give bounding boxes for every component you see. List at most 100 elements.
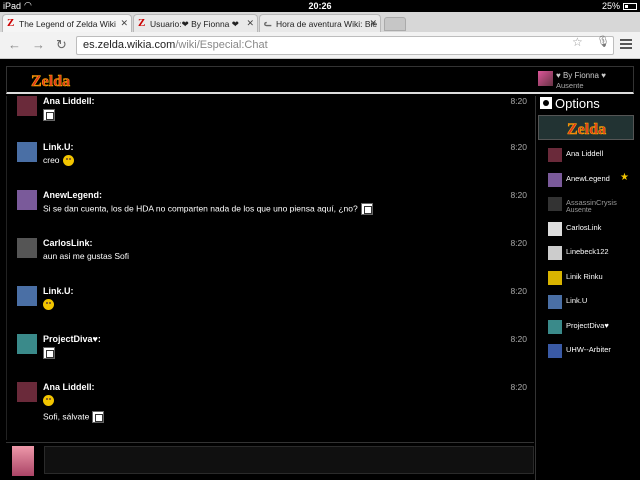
message-text-content: creo xyxy=(43,155,60,165)
user-name: AnewLegend xyxy=(566,173,610,183)
address-bar[interactable]: es.zelda.wikia.com/wiki/Especial:Chat xyxy=(76,36,614,55)
emoticon-face-icon xyxy=(43,395,54,407)
battery-percent: 25% xyxy=(601,1,620,11)
avatar[interactable] xyxy=(17,96,37,116)
message-time: 8:20 xyxy=(510,238,527,248)
avatar xyxy=(548,246,562,260)
avatar xyxy=(548,295,562,309)
message-author[interactable]: CarlosLink: xyxy=(43,238,93,248)
wiki-header: Zelda ♥ By Fionna ♥ Ausente xyxy=(6,66,634,94)
avatar xyxy=(548,344,562,358)
user-name: Linik Rinku xyxy=(566,271,603,281)
emoticon-face-icon xyxy=(62,155,74,167)
user-list-item[interactable]: Link.U xyxy=(546,293,634,311)
message-text xyxy=(43,395,54,407)
avatar xyxy=(538,71,553,86)
user-name: Link.U xyxy=(566,296,588,305)
reload-icon[interactable]: ↻ xyxy=(56,37,67,53)
current-user[interactable]: ♥ By Fionna ♥ Ausente xyxy=(538,70,635,94)
star-icon: ★ xyxy=(620,171,629,183)
user-status: Ausente xyxy=(556,81,584,90)
message-text: Si se dan cuenta, los de HDA no comparte… xyxy=(43,203,373,215)
message-author[interactable]: Link.U: xyxy=(43,142,74,152)
chat-input[interactable] xyxy=(44,446,534,474)
user-list-item[interactable]: CarlosLink xyxy=(546,220,634,238)
room-header[interactable]: Zelda xyxy=(538,115,634,140)
forward-icon[interactable]: → xyxy=(32,37,45,52)
message-author[interactable]: ProjectDiva♥: xyxy=(43,334,101,344)
message-text-content: Si se dan cuenta, los de HDA no comparte… xyxy=(43,203,358,214)
new-tab-button[interactable] xyxy=(384,17,406,31)
avatar[interactable] xyxy=(17,382,37,402)
user-name: UHW--Arbiter xyxy=(566,345,611,354)
zelda-favicon-icon: Z xyxy=(7,17,15,29)
zelda-logo-icon[interactable]: Zelda xyxy=(27,69,73,92)
url-host: es.zelda.wikia.com xyxy=(83,39,176,51)
avatar[interactable] xyxy=(17,286,37,306)
message-author[interactable]: Ana Liddell: xyxy=(43,96,95,106)
user-list-item[interactable]: UHW--Arbiter xyxy=(546,342,634,360)
user-status: Ausente xyxy=(566,207,592,214)
options-label: Options xyxy=(555,96,600,111)
user-list-item[interactable]: ProjectDiva♥ xyxy=(546,318,634,336)
message-time: 8:20 xyxy=(510,96,527,106)
avatar[interactable] xyxy=(17,142,37,162)
avatar xyxy=(548,172,562,187)
message-author[interactable]: AnewLegend: xyxy=(43,190,102,200)
back-icon[interactable]: ← xyxy=(8,37,21,52)
close-icon[interactable]: ✕ xyxy=(120,18,128,29)
avatar xyxy=(548,270,562,285)
menu-icon[interactable] xyxy=(620,39,632,51)
avatar[interactable] xyxy=(17,334,37,354)
svg-text:Zelda: Zelda xyxy=(567,121,606,138)
message-time: 8:20 xyxy=(510,142,527,152)
tab-title: The Legend of Zelda Wiki xyxy=(19,19,116,29)
avatar xyxy=(12,446,34,476)
tab-adventure-time-wiki[interactable]: ᓚ Hora de aventura Wiki: Bie ✕ xyxy=(259,14,381,32)
cat-favicon-icon: ᓚ xyxy=(264,18,272,28)
chat-messages[interactable]: Ana Liddell: 8:20 Link.U: 8:20 creo AnewLegen… xyxy=(6,96,534,440)
url-path: /wiki/Especial:Chat xyxy=(175,39,268,51)
message-text xyxy=(43,299,54,311)
avatar xyxy=(548,319,562,334)
avatar[interactable] xyxy=(17,238,37,258)
user-name: CarlosLink xyxy=(566,222,602,232)
message-text xyxy=(43,109,55,121)
chat-input-area xyxy=(6,442,534,480)
message-time: 8:20 xyxy=(510,334,527,344)
message-time: 8:20 xyxy=(510,286,527,296)
message-author[interactable]: Ana Liddell: xyxy=(43,382,95,392)
close-icon[interactable]: ✕ xyxy=(246,18,254,29)
user-name: Linebeck122 xyxy=(566,247,609,256)
message-text-content: aun asi me gustas Sofi xyxy=(43,251,129,261)
bookmark-star-icon[interactable]: ☆ xyxy=(572,35,583,49)
user-list-item[interactable]: AssassinCrysis Ausente xyxy=(546,195,634,214)
close-icon[interactable]: ✕ xyxy=(369,18,377,29)
tab-user-fionna[interactable]: Z Usuario:❤ By Fionna ❤ ✕ xyxy=(133,14,258,32)
message-author[interactable]: Link.U: xyxy=(43,286,74,296)
user-name: ProjectDiva♥ xyxy=(566,320,609,330)
message-time: 8:20 xyxy=(510,382,527,392)
message-text-content: Sofi, sálvate xyxy=(43,411,90,422)
microphone-icon[interactable]: 🎙 xyxy=(596,35,610,48)
user-list-item[interactable]: Ana Liddell xyxy=(546,146,634,164)
tab-strip: Z The Legend of Zelda Wiki ✕ Z Usuario:❤… xyxy=(0,12,640,32)
message-time: 8:20 xyxy=(510,190,527,200)
tab-title: Usuario:❤ By Fionna ❤ xyxy=(150,19,239,29)
user-name: ♥ By Fionna ♥ xyxy=(556,71,606,80)
avatar[interactable] xyxy=(17,190,37,210)
message-text: creo xyxy=(43,155,74,167)
svg-text:Zelda: Zelda xyxy=(31,73,70,90)
browser-toolbar: ← → ↻ es.zelda.wikia.com/wiki/Especial:C… xyxy=(0,32,640,59)
zelda-favicon-icon: Z xyxy=(138,17,146,29)
message-text: Sofi, sálvate xyxy=(43,411,105,423)
message-text xyxy=(43,347,55,359)
emoticon-image-icon xyxy=(43,109,55,121)
tab-title: Hora de aventura Wiki: Bie xyxy=(276,19,378,29)
user-list-item[interactable]: Linik Rinku xyxy=(546,269,634,287)
user-list-item[interactable]: AnewLegend ★ xyxy=(546,171,634,189)
chat-page: Zelda ♥ By Fionna ♥ Ausente Ana Liddell:… xyxy=(0,60,640,480)
tab-zelda-wiki[interactable]: Z The Legend of Zelda Wiki ✕ xyxy=(2,14,132,32)
options-button[interactable]: Options xyxy=(540,96,633,114)
user-list-item[interactable]: Linebeck122 xyxy=(546,244,634,262)
